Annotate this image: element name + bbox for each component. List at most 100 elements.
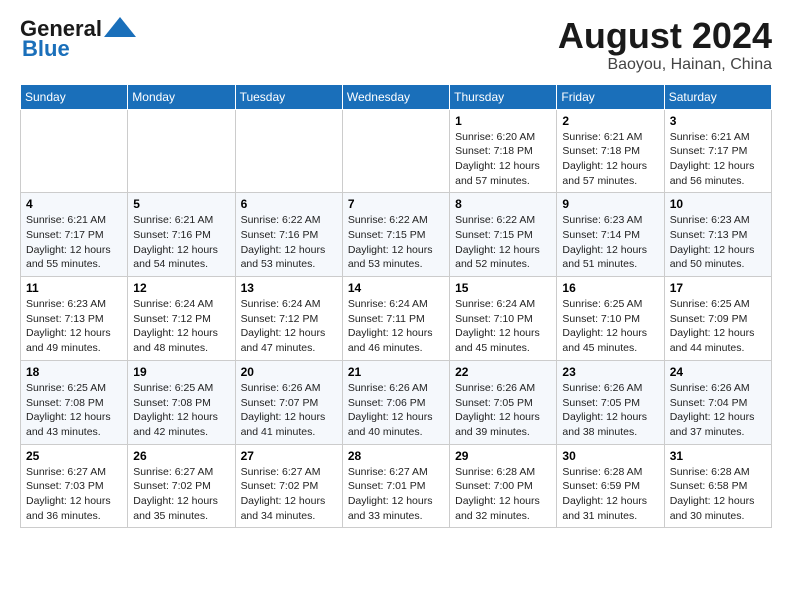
day-info: Sunrise: 6:28 AMSunset: 7:00 PMDaylight:… xyxy=(455,465,551,524)
day-cell: 20Sunrise: 6:26 AMSunset: 7:07 PMDayligh… xyxy=(235,360,342,444)
day-info: Sunrise: 6:21 AMSunset: 7:17 PMDaylight:… xyxy=(26,213,122,272)
day-number: 22 xyxy=(455,365,551,379)
day-cell: 5Sunrise: 6:21 AMSunset: 7:16 PMDaylight… xyxy=(128,193,235,277)
day-cell: 17 Sunrise: 6:25 AMSunset: 7:09 PMDayligh… xyxy=(664,277,771,361)
day-number: 31 xyxy=(670,449,766,463)
day-info: Sunrise: 6:25 AMSunset: 7:08 PMDaylight:… xyxy=(133,381,229,440)
day-info: Sunrise: 6:24 AMSunset: 7:11 PMDaylight:… xyxy=(348,297,444,356)
day-number: 8 xyxy=(455,197,551,211)
day-cell: 13 Sunrise: 6:24 AMSunset: 7:12 PMDayligh… xyxy=(235,277,342,361)
month-title: August 2024 xyxy=(558,16,772,56)
day-number: 29 xyxy=(455,449,551,463)
day-cell: 9 Sunrise: 6:23 AMSunset: 7:14 PMDaylight… xyxy=(557,193,664,277)
day-cell xyxy=(235,109,342,193)
day-cell: 4 Sunrise: 6:21 AMSunset: 7:17 PMDaylight… xyxy=(21,193,128,277)
title-block: August 2024 Baoyou, Hainan, China xyxy=(558,16,772,74)
day-cell: 2 Sunrise: 6:21 AMSunset: 7:18 PMDaylight… xyxy=(557,109,664,193)
day-info: Sunrise: 6:23 AMSunset: 7:13 PMDaylight:… xyxy=(26,297,122,356)
day-cell: 6 Sunrise: 6:22 AMSunset: 7:16 PMDaylight… xyxy=(235,193,342,277)
weekday-saturday: Saturday xyxy=(664,84,771,109)
day-info: Sunrise: 6:28 AMSunset: 6:58 PMDaylight:… xyxy=(670,465,766,524)
day-number: 4 xyxy=(26,197,122,211)
day-cell: 24 Sunrise: 6:26 AMSunset: 7:04 PMDayligh… xyxy=(664,360,771,444)
day-number: 11 xyxy=(26,281,122,295)
day-info: Sunrise: 6:25 AMSunset: 7:08 PMDaylight:… xyxy=(26,381,122,440)
day-info: Sunrise: 6:24 AMSunset: 7:10 PMDaylight:… xyxy=(455,297,551,356)
week-row-5: 25 Sunrise: 6:27 AMSunset: 7:03 PMDayligh… xyxy=(21,444,772,528)
weekday-wednesday: Wednesday xyxy=(342,84,449,109)
day-number: 6 xyxy=(241,197,337,211)
day-cell: 14 Sunrise: 6:24 AMSunset: 7:11 PMDayligh… xyxy=(342,277,449,361)
day-number: 27 xyxy=(241,449,337,463)
day-cell: 1Sunrise: 6:20 AMSunset: 7:18 PMDaylight… xyxy=(450,109,557,193)
weekday-header-row: SundayMondayTuesdayWednesdayThursdayFrid… xyxy=(21,84,772,109)
day-number: 15 xyxy=(455,281,551,295)
day-cell: 22 Sunrise: 6:26 AMSunset: 7:05 PMDayligh… xyxy=(450,360,557,444)
day-cell: 23 Sunrise: 6:26 AMSunset: 7:05 PMDayligh… xyxy=(557,360,664,444)
day-info: Sunrise: 6:28 AMSunset: 6:59 PMDaylight:… xyxy=(562,465,658,524)
day-number: 14 xyxy=(348,281,444,295)
day-number: 25 xyxy=(26,449,122,463)
day-cell: 18Sunrise: 6:25 AMSunset: 7:08 PMDayligh… xyxy=(21,360,128,444)
day-info: Sunrise: 6:26 AMSunset: 7:04 PMDaylight:… xyxy=(670,381,766,440)
day-cell: 28 Sunrise: 6:27 AMSunset: 7:01 PMDayligh… xyxy=(342,444,449,528)
week-row-4: 18Sunrise: 6:25 AMSunset: 7:08 PMDayligh… xyxy=(21,360,772,444)
day-number: 7 xyxy=(348,197,444,211)
weekday-tuesday: Tuesday xyxy=(235,84,342,109)
day-info: Sunrise: 6:26 AMSunset: 7:05 PMDaylight:… xyxy=(455,381,551,440)
day-number: 24 xyxy=(670,365,766,379)
week-row-3: 11 Sunrise: 6:23 AMSunset: 7:13 PMDayligh… xyxy=(21,277,772,361)
logo-blue: Blue xyxy=(20,36,70,62)
day-info: Sunrise: 6:27 AMSunset: 7:03 PMDaylight:… xyxy=(26,465,122,524)
day-cell: 29 Sunrise: 6:28 AMSunset: 7:00 PMDayligh… xyxy=(450,444,557,528)
day-number: 19 xyxy=(133,365,229,379)
day-number: 28 xyxy=(348,449,444,463)
day-number: 16 xyxy=(562,281,658,295)
day-info: Sunrise: 6:26 AMSunset: 7:06 PMDaylight:… xyxy=(348,381,444,440)
day-info: Sunrise: 6:24 AMSunset: 7:12 PMDaylight:… xyxy=(241,297,337,356)
day-info: Sunrise: 6:22 AMSunset: 7:15 PMDaylight:… xyxy=(348,213,444,272)
logo-icon xyxy=(104,17,136,37)
day-cell: 31 Sunrise: 6:28 AMSunset: 6:58 PMDayligh… xyxy=(664,444,771,528)
day-info: Sunrise: 6:27 AMSunset: 7:02 PMDaylight:… xyxy=(241,465,337,524)
day-cell: 3Sunrise: 6:21 AMSunset: 7:17 PMDaylight… xyxy=(664,109,771,193)
day-cell: 7 Sunrise: 6:22 AMSunset: 7:15 PMDaylight… xyxy=(342,193,449,277)
calendar: SundayMondayTuesdayWednesdayThursdayFrid… xyxy=(20,84,772,529)
day-cell: 15 Sunrise: 6:24 AMSunset: 7:10 PMDayligh… xyxy=(450,277,557,361)
day-info: Sunrise: 6:23 AMSunset: 7:14 PMDaylight:… xyxy=(562,213,658,272)
day-cell: 21Sunrise: 6:26 AMSunset: 7:06 PMDayligh… xyxy=(342,360,449,444)
day-info: Sunrise: 6:26 AMSunset: 7:07 PMDaylight:… xyxy=(241,381,337,440)
day-info: Sunrise: 6:23 AMSunset: 7:13 PMDaylight:… xyxy=(670,213,766,272)
day-info: Sunrise: 6:21 AMSunset: 7:18 PMDaylight:… xyxy=(562,130,658,189)
day-info: Sunrise: 6:22 AMSunset: 7:16 PMDaylight:… xyxy=(241,213,337,272)
day-info: Sunrise: 6:27 AMSunset: 7:01 PMDaylight:… xyxy=(348,465,444,524)
day-number: 9 xyxy=(562,197,658,211)
day-info: Sunrise: 6:25 AMSunset: 7:09 PMDaylight:… xyxy=(670,297,766,356)
weekday-sunday: Sunday xyxy=(21,84,128,109)
day-number: 17 xyxy=(670,281,766,295)
day-number: 5 xyxy=(133,197,229,211)
day-cell: 12Sunrise: 6:24 AMSunset: 7:12 PMDayligh… xyxy=(128,277,235,361)
day-info: Sunrise: 6:26 AMSunset: 7:05 PMDaylight:… xyxy=(562,381,658,440)
weekday-thursday: Thursday xyxy=(450,84,557,109)
day-number: 23 xyxy=(562,365,658,379)
day-cell: 10Sunrise: 6:23 AMSunset: 7:13 PMDayligh… xyxy=(664,193,771,277)
day-number: 13 xyxy=(241,281,337,295)
day-number: 26 xyxy=(133,449,229,463)
day-number: 2 xyxy=(562,114,658,128)
logo: General Blue xyxy=(20,16,136,62)
day-cell: 30 Sunrise: 6:28 AMSunset: 6:59 PMDayligh… xyxy=(557,444,664,528)
week-row-2: 4 Sunrise: 6:21 AMSunset: 7:17 PMDaylight… xyxy=(21,193,772,277)
day-info: Sunrise: 6:24 AMSunset: 7:12 PMDaylight:… xyxy=(133,297,229,356)
day-cell xyxy=(128,109,235,193)
day-cell: 25 Sunrise: 6:27 AMSunset: 7:03 PMDayligh… xyxy=(21,444,128,528)
week-row-1: 1Sunrise: 6:20 AMSunset: 7:18 PMDaylight… xyxy=(21,109,772,193)
day-info: Sunrise: 6:22 AMSunset: 7:15 PMDaylight:… xyxy=(455,213,551,272)
day-cell xyxy=(342,109,449,193)
day-cell xyxy=(21,109,128,193)
day-info: Sunrise: 6:25 AMSunset: 7:10 PMDaylight:… xyxy=(562,297,658,356)
day-cell: 26 Sunrise: 6:27 AMSunset: 7:02 PMDayligh… xyxy=(128,444,235,528)
day-number: 30 xyxy=(562,449,658,463)
day-info: Sunrise: 6:21 AMSunset: 7:17 PMDaylight:… xyxy=(670,130,766,189)
day-info: Sunrise: 6:27 AMSunset: 7:02 PMDaylight:… xyxy=(133,465,229,524)
